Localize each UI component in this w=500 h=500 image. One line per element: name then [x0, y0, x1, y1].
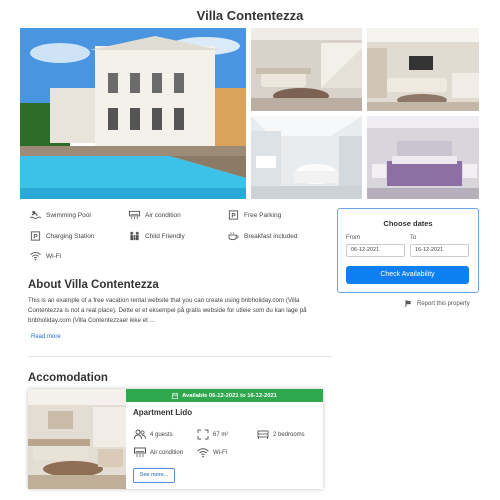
size-feature: 67 m²: [196, 429, 228, 440]
svg-text:P: P: [231, 213, 236, 220]
section-divider: [28, 356, 332, 357]
read-more-link[interactable]: Read more: [31, 334, 61, 340]
amenity-child-friendly: Child Friendly: [128, 231, 185, 241]
amenity-free-parking: P Free Parking: [227, 210, 281, 220]
bedroom-photo[interactable]: [367, 116, 479, 199]
report-property-link[interactable]: Report this property: [405, 300, 470, 307]
villa-pool-photo[interactable]: [20, 28, 246, 199]
air-condition-icon: [128, 210, 140, 220]
to-label: To: [410, 235, 417, 241]
aircon-feature: Air condition: [133, 447, 183, 458]
accommodation-heading: Accomodation: [28, 372, 108, 384]
wifi-icon: [196, 447, 209, 458]
amenity-breakfast: Breakfast included: [227, 231, 297, 241]
charging-station-icon: P: [29, 231, 41, 241]
wifi-icon: [29, 251, 41, 261]
apartment-name: Apartment Lido: [133, 408, 193, 417]
bed-icon: [256, 429, 269, 440]
living-room-photo[interactable]: [251, 28, 362, 111]
amenities-list: Swimming Pool Air condition P Free Parki…: [29, 210, 329, 266]
see-more-button[interactable]: See more...: [133, 468, 175, 483]
to-date-input[interactable]: 16-12-2021: [410, 244, 469, 257]
child-friendly-icon: [128, 231, 140, 241]
about-heading: About Villa Contentezza: [28, 279, 159, 291]
calendar-icon: [172, 392, 179, 399]
about-description: This is an example of a free vacation re…: [28, 297, 307, 324]
check-availability-button[interactable]: Check Availability: [346, 266, 469, 284]
from-label: From: [346, 235, 360, 241]
amenity-swimming-pool: Swimming Pool: [29, 210, 91, 220]
bathroom-photo[interactable]: [251, 116, 362, 199]
page-title: Villa Contentezza: [196, 8, 304, 23]
amenity-wifi: Wi-Fi: [29, 251, 61, 261]
svg-text:P: P: [33, 234, 38, 241]
guests-icon: [133, 429, 146, 440]
booking-widget: Choose dates From To 06-12-2021 16-12-20…: [337, 208, 479, 293]
lounge-photo[interactable]: [367, 28, 479, 111]
apartment-card: Available 06-12-2021 to 16-12-2021 Apart…: [28, 389, 323, 489]
apartment-photo[interactable]: [28, 389, 126, 489]
area-size-icon: [196, 429, 209, 440]
amenity-charging-station: P Charging Station: [29, 231, 94, 241]
wifi-feature: Wi-Fi: [196, 447, 227, 458]
amenity-air-condition: Air condition: [128, 210, 181, 220]
availability-badge: Available 06-12-2021 to 16-12-2021: [126, 389, 323, 402]
air-condition-icon: [133, 447, 146, 458]
photo-gallery: [20, 28, 479, 199]
breakfast-icon: [227, 231, 239, 241]
from-date-input[interactable]: 06-12-2021: [346, 244, 405, 257]
swimming-pool-icon: [29, 210, 41, 220]
booking-title: Choose dates: [383, 219, 433, 228]
bedrooms-feature: 2 bedrooms: [256, 429, 305, 440]
flag-icon: [405, 300, 412, 307]
guests-feature: 4 guests: [133, 429, 173, 440]
parking-icon: P: [227, 210, 239, 220]
